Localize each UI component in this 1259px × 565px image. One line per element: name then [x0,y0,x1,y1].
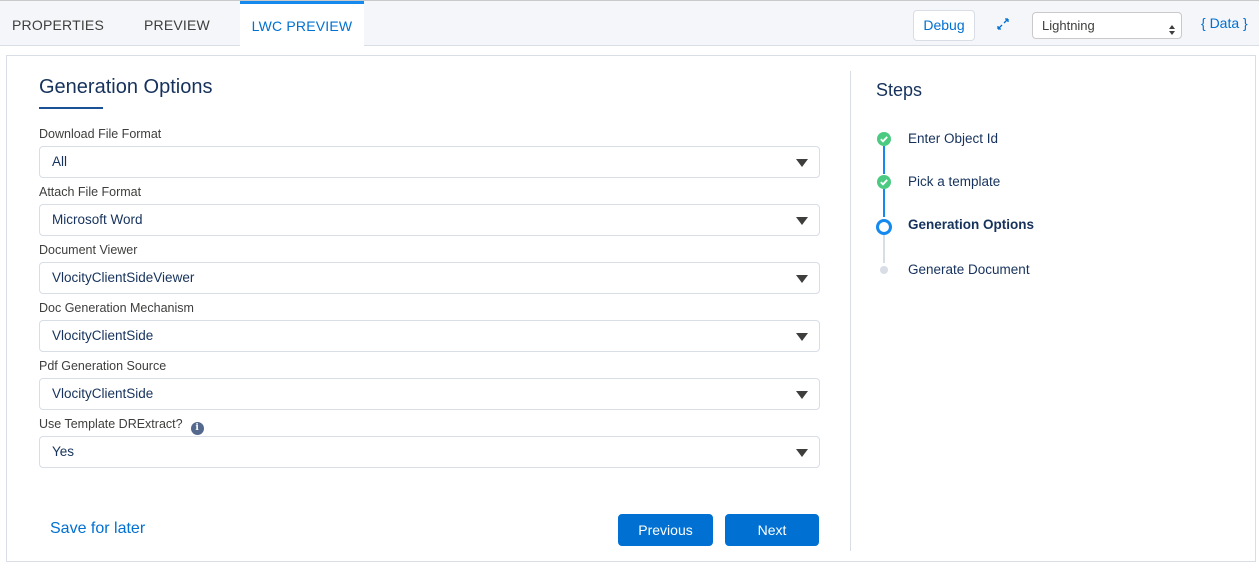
step-enter-object-id[interactable]: Enter Object Id [908,131,998,146]
field-label-pdf-source: Pdf Generation Source [39,359,167,373]
select-value: Yes [52,444,75,459]
platform-select-value: Lightning [1042,18,1095,33]
caret-down-icon [796,275,808,283]
step-generate-document[interactable]: Generate Document [908,262,1030,277]
debug-button[interactable]: Debug [913,10,975,41]
field-label-attach-format: Attach File Format [39,185,142,199]
steps-divider [850,71,851,551]
download-format-select[interactable]: All [39,146,820,178]
steps-title: Steps [876,80,923,100]
use-drextract-select[interactable]: Yes [39,436,820,468]
step-active-icon [876,219,892,235]
select-value: VlocityClientSide [52,386,154,401]
data-json-link[interactable]: { Data } [1201,15,1248,31]
caret-down-icon [796,159,808,167]
select-value: Microsoft Word [52,212,143,227]
caret-down-icon [796,217,808,225]
step-connector [883,189,885,217]
caret-down-icon [796,449,808,457]
field-label-document-viewer: Document Viewer [39,243,138,257]
select-value: All [52,154,68,169]
platform-select[interactable]: Lightning [1032,12,1182,39]
field-label-doc-mechanism: Doc Generation Mechanism [39,301,194,315]
field-label-download-format: Download File Format [39,127,162,141]
info-icon[interactable]: i [190,422,204,435]
tab-lwc-preview[interactable]: LWC PREVIEW [240,1,364,46]
step-incomplete-icon [880,266,888,274]
attach-format-select[interactable]: Microsoft Word [39,204,820,236]
step-connector [883,146,885,174]
next-button[interactable]: Next [725,514,819,546]
field-label-use-drextract: Use Template DRExtract? i [39,417,204,435]
tab-properties[interactable]: PROPERTIES [12,1,104,46]
title-underline [39,107,103,109]
select-value: VlocityClientSide [52,328,154,343]
previous-button[interactable]: Previous [618,514,713,546]
step-complete-icon [877,132,891,146]
step-generation-options[interactable]: Generation Options [908,217,1034,232]
step-complete-icon [877,175,891,189]
top-toolbar: PROPERTIES PREVIEW LWC PREVIEW Debug Lig… [0,0,1259,46]
select-arrows-icon [1169,19,1175,35]
doc-mechanism-select[interactable]: VlocityClientSide [39,320,820,352]
save-for-later-link[interactable]: Save for later [50,520,145,538]
document-viewer-select[interactable]: VlocityClientSideViewer [39,262,820,294]
caret-down-icon [796,391,808,399]
pdf-source-select[interactable]: VlocityClientSide [39,378,820,410]
tab-preview[interactable]: PREVIEW [144,1,210,46]
step-connector [883,235,885,263]
select-value: VlocityClientSideViewer [52,270,195,285]
form-title: Generation Options [39,76,213,98]
field-label-text: Use Template DRExtract? [39,417,183,431]
caret-down-icon [796,333,808,341]
step-pick-template[interactable]: Pick a template [908,174,1000,189]
expand-icon[interactable] [996,17,1010,31]
